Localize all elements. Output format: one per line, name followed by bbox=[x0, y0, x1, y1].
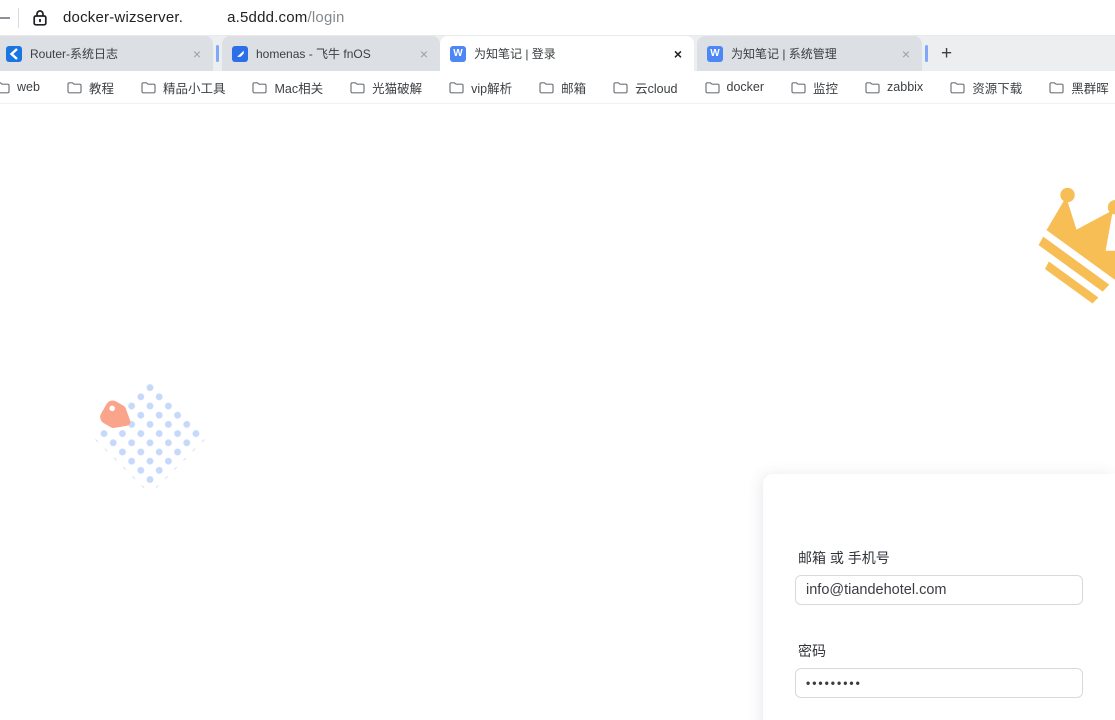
bookmark-folder-web[interactable]: web bbox=[0, 80, 40, 94]
folder-icon bbox=[539, 81, 554, 93]
folder-icon bbox=[449, 81, 464, 93]
url-path: /login bbox=[307, 9, 345, 26]
wiznote-tab-icon: W bbox=[450, 45, 466, 62]
crown-icon bbox=[1003, 163, 1115, 335]
bookmark-label: Mac相关 bbox=[274, 81, 324, 96]
folder-icon bbox=[141, 81, 156, 93]
browser-window: docker-wizserver. a.5ddd.com /login Rout… bbox=[0, 0, 1115, 720]
bookmark-label: web bbox=[17, 80, 40, 94]
wiznote-tab-icon: W bbox=[707, 45, 723, 62]
bookmark-label: 邮箱 bbox=[561, 81, 587, 96]
folder-icon bbox=[613, 81, 628, 93]
bookmark-label: 黑群晖 bbox=[1071, 81, 1109, 96]
folder-icon bbox=[0, 81, 10, 93]
bookmark-folder-cloud[interactable]: 云cloud bbox=[613, 78, 678, 97]
tab-router-log[interactable]: Router-系统日志 × bbox=[0, 36, 213, 71]
bookmark-folder-mail[interactable]: 邮箱 bbox=[539, 78, 586, 97]
tab-title: Router-系统日志 bbox=[30, 47, 119, 61]
new-tab-button[interactable]: + bbox=[931, 44, 962, 63]
fnos-tab-icon bbox=[232, 45, 248, 62]
page-content: 邮箱 或 手机号 密码 ✓ 两周内自动登录 忘记密码? 登录 bbox=[0, 104, 1115, 720]
bookmark-label: docker bbox=[726, 80, 765, 94]
bookmark-label: 资源下载 bbox=[972, 81, 1023, 96]
folder-icon bbox=[1049, 81, 1064, 93]
bookmark-folder-tutorial[interactable]: 教程 bbox=[67, 78, 114, 97]
bookmark-label: 云cloud bbox=[635, 81, 678, 96]
bookmark-label: 光猫破解 bbox=[372, 81, 423, 96]
login-card: 邮箱 或 手机号 密码 ✓ 两周内自动登录 忘记密码? 登录 bbox=[763, 474, 1115, 720]
address-bar-divider bbox=[18, 7, 19, 28]
folder-icon bbox=[791, 81, 806, 93]
bookmarks-bar: web 教程 精品小工具 Mac相关 光猫破解 vip解析 邮箱 云cloud bbox=[0, 71, 1115, 104]
tab-close-icon[interactable]: × bbox=[670, 46, 686, 62]
bookmark-label: zabbix bbox=[887, 80, 924, 94]
url-field[interactable]: docker-wizserver. a.5ddd.com /login bbox=[63, 9, 345, 26]
tab-title: homenas - 飞牛 fnOS bbox=[256, 47, 371, 61]
bookmark-label: 精品小工具 bbox=[162, 81, 226, 96]
bookmark-folder-downloads[interactable]: 资源下载 bbox=[950, 78, 1022, 97]
address-bar: docker-wizserver. a.5ddd.com /login bbox=[0, 0, 1115, 36]
folder-icon bbox=[950, 81, 965, 93]
bookmark-folder-mac[interactable]: Mac相关 bbox=[252, 78, 323, 97]
folder-icon bbox=[865, 81, 880, 93]
bookmark-folder-modem[interactable]: 光猫破解 bbox=[350, 78, 422, 97]
bookmark-label: 监控 bbox=[813, 81, 839, 96]
bookmark-folder-monitor[interactable]: 监控 bbox=[791, 78, 838, 97]
tab-wiznote-login[interactable]: W 为知笔记 | 登录 × bbox=[440, 36, 694, 71]
tab-close-icon[interactable]: × bbox=[416, 46, 432, 62]
tab-strip: Router-系统日志 × homenas - 飞牛 fnOS × W 为知笔记… bbox=[0, 36, 1115, 71]
email-label: 邮箱 或 手机号 bbox=[798, 550, 890, 566]
bookmark-folder-vip[interactable]: vip解析 bbox=[449, 78, 512, 97]
folder-icon bbox=[704, 81, 720, 93]
url-host-left: docker-wizserver. bbox=[63, 9, 184, 26]
bookmark-folder-tools[interactable]: 精品小工具 bbox=[141, 78, 226, 97]
bookmark-label: 教程 bbox=[88, 81, 114, 96]
url-host-right: a.5ddd.com bbox=[227, 9, 308, 26]
folder-icon bbox=[252, 81, 268, 93]
tab-fnos[interactable]: homenas - 飞牛 fnOS × bbox=[222, 36, 440, 71]
password-label: 密码 bbox=[798, 643, 826, 659]
tab-close-icon[interactable]: × bbox=[189, 46, 205, 62]
folder-icon bbox=[350, 81, 365, 93]
tab-group-divider bbox=[216, 45, 219, 62]
back-icon[interactable] bbox=[0, 16, 10, 19]
bookmark-folder-xpenology[interactable]: 黑群晖 bbox=[1049, 78, 1109, 97]
email-field[interactable] bbox=[795, 575, 1083, 605]
lock-icon[interactable] bbox=[33, 9, 47, 26]
bookmark-folder-zabbix[interactable]: zabbix bbox=[865, 80, 923, 94]
tab-close-icon[interactable]: × bbox=[898, 46, 914, 62]
tab-group-divider bbox=[925, 45, 928, 62]
router-tab-icon bbox=[6, 45, 22, 62]
bookmark-label: vip解析 bbox=[471, 81, 513, 96]
tab-wiznote-admin[interactable]: W 为知笔记 | 系统管理 × bbox=[697, 36, 922, 71]
folder-icon bbox=[67, 81, 82, 93]
password-field[interactable] bbox=[795, 668, 1083, 698]
bookmark-folder-docker[interactable]: docker bbox=[704, 80, 765, 94]
tab-title: 为知笔记 | 系统管理 bbox=[731, 47, 837, 61]
tab-title: 为知笔记 | 登录 bbox=[474, 47, 556, 61]
